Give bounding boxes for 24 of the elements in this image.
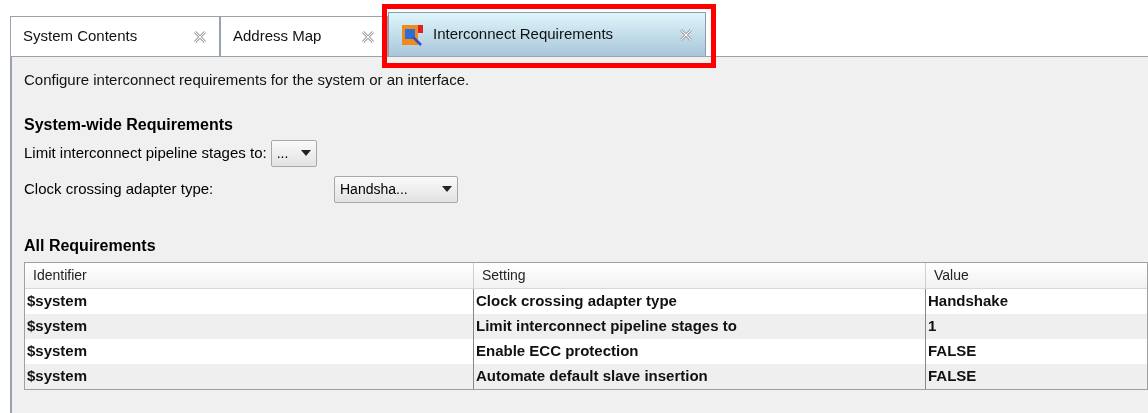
table-cell-text: 1: [927, 316, 938, 337]
caret-icon: [442, 186, 452, 192]
field-label: Limit interconnect pipeline stages to:: [24, 142, 267, 163]
dropdown[interactable]: Handsha...: [334, 175, 458, 203]
section-heading: System-wide Requirements: [24, 115, 234, 135]
close-icon[interactable]: [193, 29, 207, 44]
table-cell: $system: [25, 364, 474, 389]
section-heading: All Requirements: [24, 236, 157, 256]
caret-icon: [300, 150, 311, 156]
interconnect-icon: [401, 22, 425, 47]
table-cell: Automate default slave insertion: [474, 364, 926, 389]
description-text: Configure interconnect requirements for the system or an interface.: [24, 70, 471, 90]
table-cell-text: Handshake: [927, 291, 1010, 312]
close-icon[interactable]: [679, 27, 693, 42]
table-cell-text: FALSE: [927, 341, 978, 362]
tab[interactable]: Address Map: [220, 16, 388, 56]
dropdown[interactable]: ...: [270, 139, 317, 167]
tab[interactable]: System Contents: [10, 16, 220, 56]
tab[interactable]: Interconnect Requirements: [388, 12, 706, 56]
table-cell-text: FALSE: [927, 366, 978, 387]
column-header[interactable]: Setting: [474, 263, 926, 288]
field-label: Clock crossing adapter type:: [24, 178, 215, 199]
column-header[interactable]: Identifier: [25, 263, 474, 288]
close-icon[interactable]: [361, 29, 375, 44]
